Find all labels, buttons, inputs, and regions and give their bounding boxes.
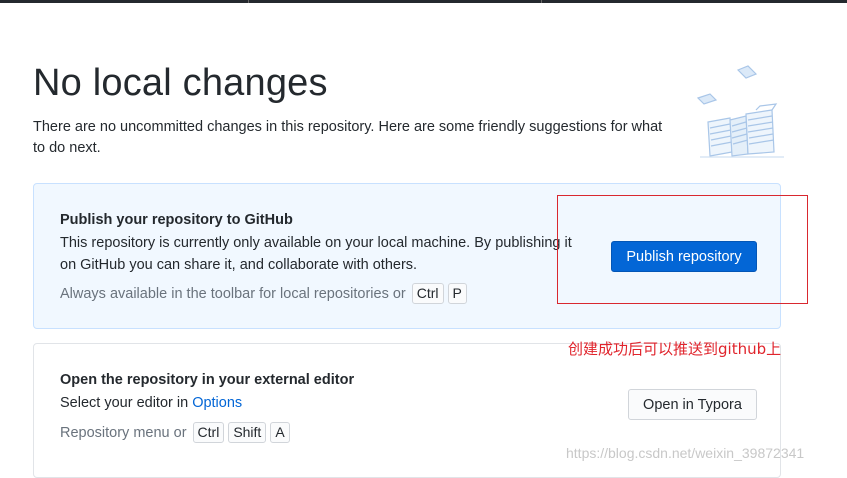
publish-card-hint: Always available in the toolbar for loca… [60, 283, 467, 304]
kbd-ctrl: Ctrl [192, 422, 225, 443]
options-link[interactable]: Options [192, 395, 242, 411]
kbd-ctrl: Ctrl [411, 283, 444, 304]
top-toolbar-edge [0, 0, 847, 3]
publish-hint-text: Always available in the toolbar for loca… [60, 285, 406, 302]
publish-card-title: Publish your repository to GitHub [60, 212, 293, 228]
paper-stacks-illustration-icon [696, 65, 784, 158]
open-in-editor-button[interactable]: Open in Typora [628, 389, 757, 420]
editor-card-hint: Repository menu or Ctrl Shift A [60, 422, 290, 443]
editor-card-description: Select your editor in Options [60, 392, 580, 414]
publish-card-description: This repository is currently only availa… [60, 235, 572, 273]
toolbar-divider [541, 0, 542, 3]
kbd-a: A [270, 422, 290, 443]
page-title: No local changes [33, 62, 328, 104]
annotation-text: 创建成功后可以推送到github上 [568, 340, 782, 358]
toolbar-divider [248, 0, 249, 3]
page-subtitle: There are no uncommitted changes in this… [33, 119, 663, 156]
kbd-shift: Shift [228, 422, 267, 443]
watermark: https://blog.csdn.net/weixin_39872341 [566, 445, 805, 461]
editor-card-title: Open the repository in your external edi… [60, 372, 355, 388]
editor-description-text: Select your editor in [60, 395, 189, 411]
annotation-highlight-box [557, 195, 808, 304]
editor-hint-text: Repository menu or [60, 424, 187, 441]
kbd-p: P [447, 283, 467, 304]
